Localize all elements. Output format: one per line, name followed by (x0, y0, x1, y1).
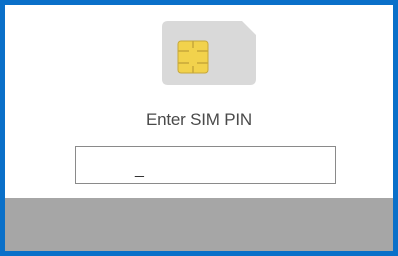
bottom-action-bar (5, 198, 393, 251)
sim-card-icon (162, 21, 256, 85)
pin-input-value: _ (135, 161, 144, 178)
enter-sim-pin-label: Enter SIM PIN (145, 110, 253, 129)
sim-pin-panel: Enter SIM PIN _ (5, 5, 393, 198)
sim-pin-input[interactable]: _ (75, 146, 336, 184)
sim-pin-screen: Enter SIM PIN _ (0, 0, 398, 256)
